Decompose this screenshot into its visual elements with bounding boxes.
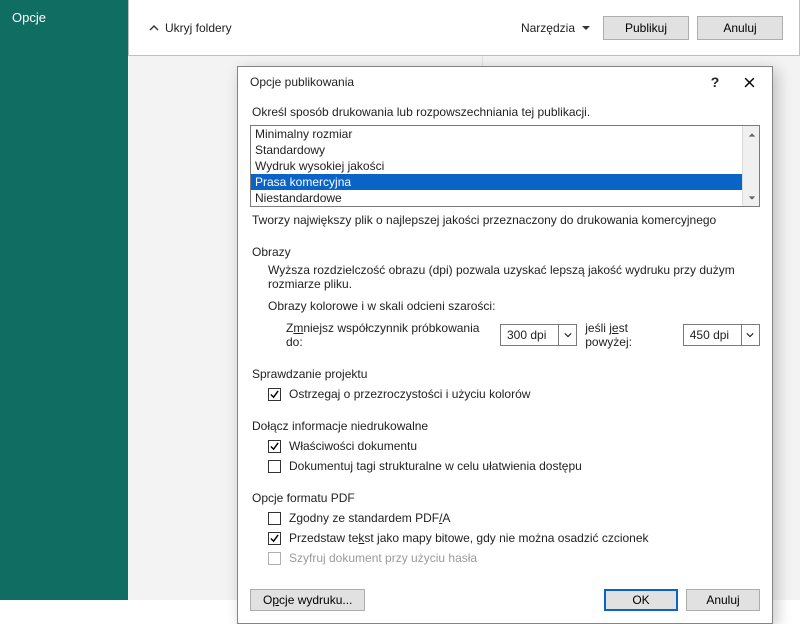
section-obrazy-header: Obrazy: [252, 245, 758, 259]
save-dialog-footer: Ukryj foldery Narzędzia Publikuj Anuluj: [128, 0, 800, 56]
downsample-dpi-value: 300 dpi: [501, 328, 558, 342]
text-as-bitmap-label: Przedstaw tekst jako mapy bitowe, gdy ni…: [289, 531, 649, 545]
dialog-titlebar: Opcje publikowania ?: [238, 67, 772, 97]
caret-down-icon: [581, 23, 591, 33]
hide-folders-label: Ukryj foldery: [165, 21, 232, 35]
checkbox-icon: [268, 440, 281, 453]
warn-transparency-checkbox[interactable]: Ostrzegaj o przezroczystości i użyciu ko…: [268, 387, 760, 401]
quality-listbox[interactable]: Minimalny rozmiarStandardowyWydruk wysok…: [250, 125, 760, 207]
encrypt-checkbox: Szyfruj dokument przy użyciu hasła: [268, 551, 760, 565]
dialog-title: Opcje publikowania: [250, 75, 698, 89]
listbox-scrollbar[interactable]: [742, 126, 759, 206]
tools-dropdown[interactable]: Narzędzia: [521, 21, 591, 35]
backstage-left-rail: Opcje: [0, 0, 128, 600]
above-dpi-value: 450 dpi: [684, 328, 741, 342]
encrypt-label: Szyfruj dokument przy użyciu hasła: [289, 551, 477, 565]
checkbox-icon: [268, 512, 281, 525]
downsample-label: Zmniejsz współczynnik próbkowania do:: [286, 321, 492, 349]
downsample-dpi-combo[interactable]: 300 dpi: [500, 324, 577, 346]
scroll-down-icon[interactable]: [743, 189, 760, 206]
close-icon: [744, 77, 755, 88]
scroll-up-icon[interactable]: [743, 126, 760, 143]
pdfa-label: Zgodny ze standardem PDF/A: [289, 511, 450, 525]
dialog-footer: Opcje wydruku... OK Anuluj: [238, 577, 772, 623]
doc-properties-checkbox[interactable]: Właściwości dokumentu: [268, 439, 760, 453]
tools-label: Narzędzia: [521, 21, 575, 35]
cancel-button[interactable]: Anuluj: [697, 16, 783, 40]
caret-down-icon: [741, 325, 759, 345]
above-label: jeśli jest powyżej:: [585, 321, 674, 349]
warn-transparency-label: Ostrzegaj o przezroczystości i użyciu ko…: [289, 387, 530, 401]
checkbox-icon: [268, 460, 281, 473]
obrazy-intro: Wyższa rozdzielczość obrazu (dpi) pozwal…: [268, 263, 760, 291]
print-options-button[interactable]: Opcje wydruku...: [250, 589, 365, 611]
cancel-button[interactable]: Anuluj: [686, 589, 760, 611]
close-button[interactable]: [732, 70, 766, 94]
doc-properties-label: Właściwości dokumentu: [289, 439, 417, 453]
publish-options-dialog: Opcje publikowania ? Określ sposób druko…: [237, 66, 773, 624]
backstage-item-opcje[interactable]: Opcje: [0, 0, 128, 35]
listbox-item[interactable]: Prasa komercyjna: [251, 174, 742, 190]
listbox-item[interactable]: Standardowy: [251, 142, 742, 158]
quality-description: Tworzy największy plik o najlepszej jako…: [252, 213, 758, 227]
prompt-text: Określ sposób drukowania lub rozpowszech…: [252, 105, 758, 119]
listbox-item[interactable]: Minimalny rozmiar: [251, 126, 742, 142]
above-dpi-combo[interactable]: 450 dpi: [683, 324, 760, 346]
listbox-item[interactable]: Niestandardowe: [251, 190, 742, 206]
section-niedruk-header: Dołącz informacje niedrukowalne: [252, 419, 758, 433]
help-button[interactable]: ?: [698, 70, 732, 94]
checkbox-icon: [268, 388, 281, 401]
chevron-up-icon: [149, 23, 159, 33]
structural-tags-checkbox[interactable]: Dokumentuj tagi strukturalne w celu ułat…: [268, 459, 760, 473]
pdfa-checkbox[interactable]: Zgodny ze standardem PDF/A: [268, 511, 760, 525]
section-projekt-header: Sprawdzanie projektu: [252, 367, 758, 381]
ok-button[interactable]: OK: [604, 589, 678, 611]
hide-folders-toggle[interactable]: Ukryj foldery: [149, 21, 521, 35]
text-as-bitmap-checkbox[interactable]: Przedstaw tekst jako mapy bitowe, gdy ni…: [268, 531, 760, 545]
checkbox-icon: [268, 532, 281, 545]
structural-tags-label: Dokumentuj tagi strukturalne w celu ułat…: [289, 459, 582, 473]
publish-button[interactable]: Publikuj: [603, 16, 689, 40]
section-pdf-header: Opcje formatu PDF: [252, 491, 758, 505]
listbox-item[interactable]: Wydruk wysokiej jakości: [251, 158, 742, 174]
caret-down-icon: [558, 325, 576, 345]
checkbox-icon: [268, 552, 281, 565]
obrazy-color-label: Obrazy kolorowe i w skali odcieni szaroś…: [268, 299, 760, 313]
